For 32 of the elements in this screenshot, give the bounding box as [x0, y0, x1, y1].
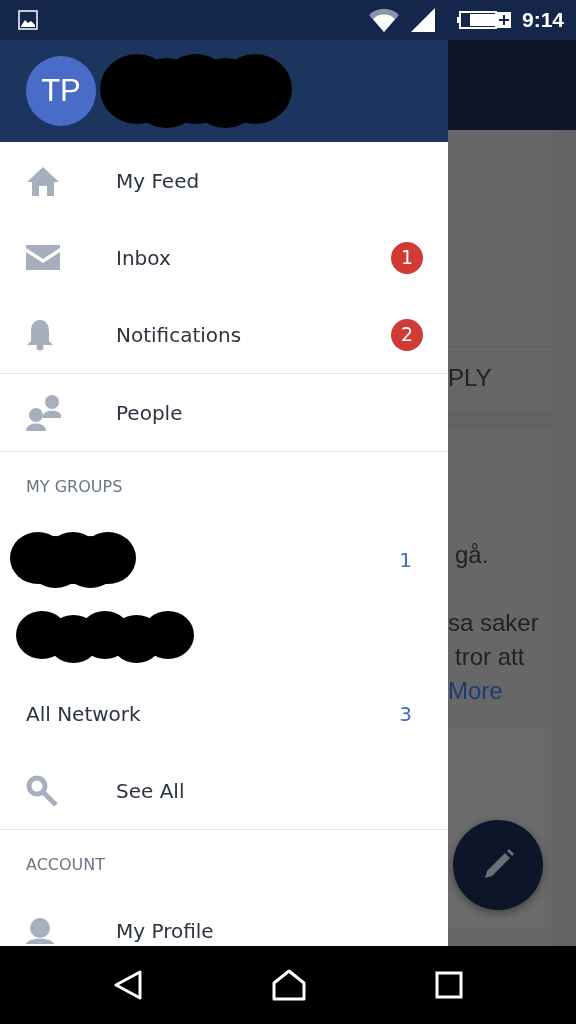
- menu-item[interactable]: People: [116, 400, 183, 425]
- battery-icon: [455, 10, 512, 30]
- menu-item[interactable]: Notifications: [116, 322, 242, 347]
- group-count: 3: [399, 700, 412, 728]
- count-badge: 2: [391, 318, 423, 351]
- post-text: gå.: [454, 540, 490, 570]
- home-icon: [26, 164, 60, 197]
- menu-item[interactable]: See All: [116, 778, 185, 803]
- clock-time: 9:14: [521, 7, 564, 34]
- group-count: 1: [399, 546, 412, 574]
- people-icon: [26, 393, 62, 432]
- mail-icon: [26, 245, 60, 270]
- image-icon: [18, 10, 38, 30]
- count-badge: 1: [391, 241, 423, 274]
- post-text: tror att: [454, 642, 526, 672]
- post-text: sa saker: [448, 608, 540, 638]
- signal-icon: [409, 7, 436, 33]
- menu-item[interactable]: Inbox: [116, 245, 171, 270]
- person-icon: [26, 918, 54, 944]
- group-item[interactable]: All Network: [26, 701, 141, 726]
- wifi-icon: [367, 7, 400, 33]
- action-label: PLY: [448, 363, 492, 393]
- menu-item[interactable]: My Feed: [116, 168, 200, 193]
- avatar[interactable]: TP: [26, 56, 96, 126]
- section-heading: MY GROUPS: [26, 475, 123, 498]
- menu-item[interactable]: My Profile: [116, 919, 214, 943]
- search-icon: [26, 774, 58, 807]
- home-icon[interactable]: [272, 969, 306, 1001]
- bell-icon: [26, 318, 54, 351]
- recent-apps-icon[interactable]: [435, 971, 464, 999]
- section-heading: ACCOUNT: [26, 853, 106, 876]
- back-icon[interactable]: [112, 969, 143, 1001]
